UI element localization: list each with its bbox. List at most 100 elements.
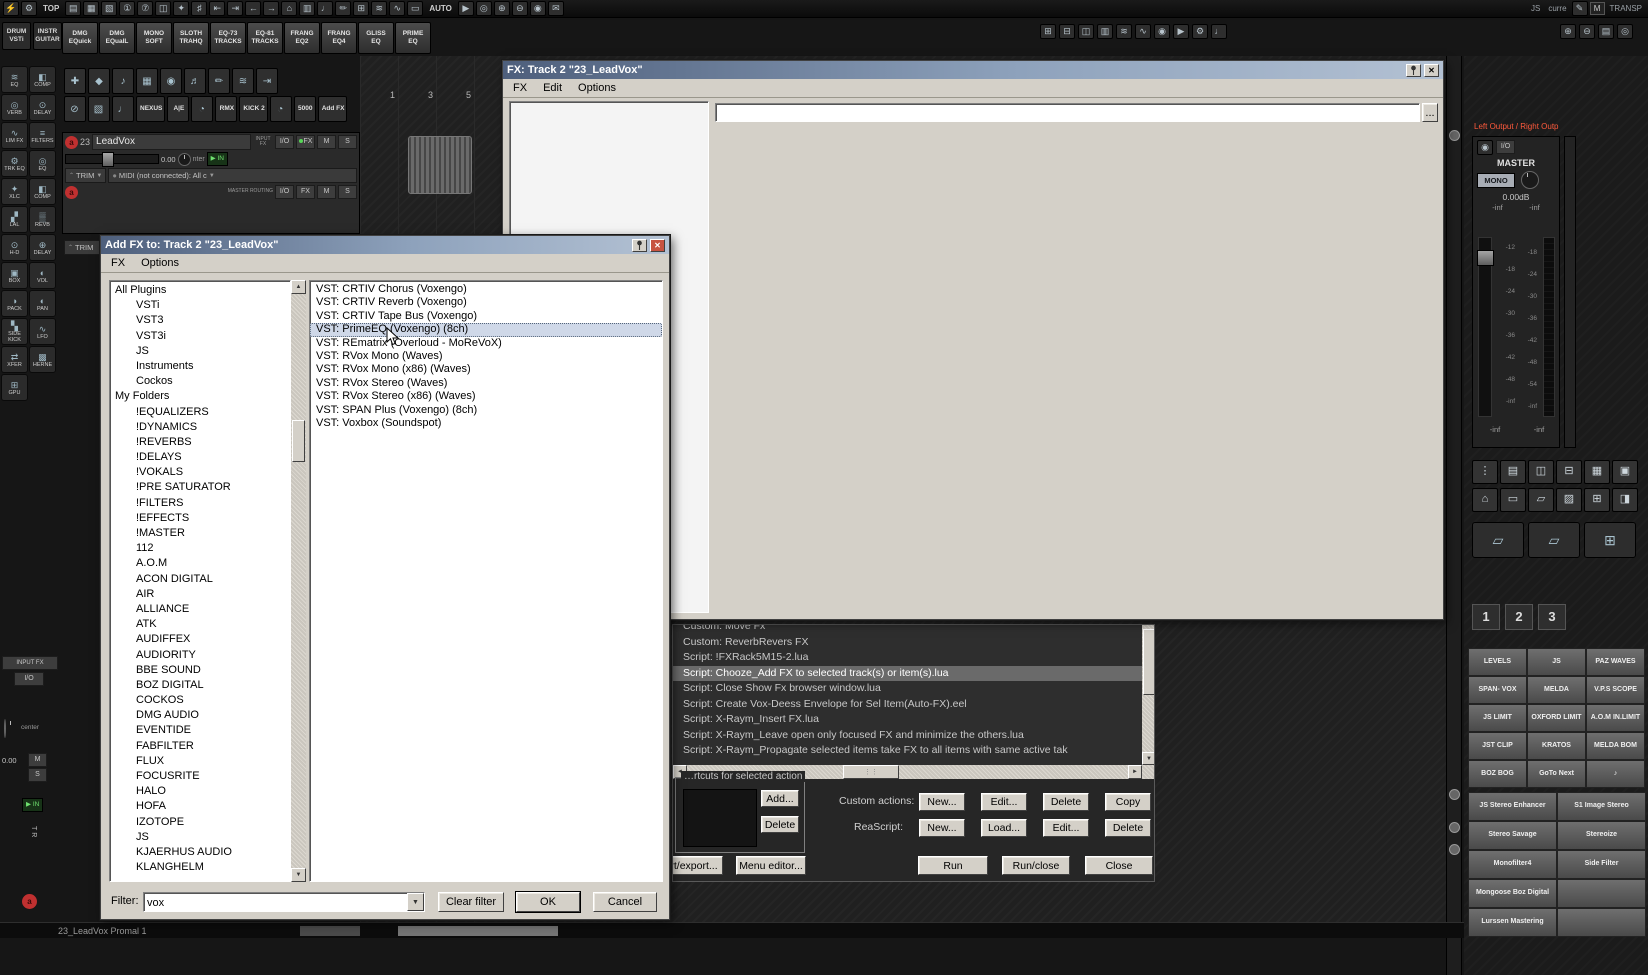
fx-shortcut-button[interactable]: ∿ LFO bbox=[29, 318, 56, 345]
plugin-list-item[interactable]: VST: RVox Stereo (Waves) bbox=[310, 377, 662, 390]
pan-knob[interactable] bbox=[177, 152, 191, 166]
action-list-item[interactable]: Script: !FXRack5M15-2.lua bbox=[673, 650, 1142, 666]
record-arm-badge[interactable]: a bbox=[65, 135, 78, 149]
add-fx-icon[interactable]: ⊞ bbox=[1040, 24, 1056, 39]
instr-guitar-badge[interactable]: INSTR GUITAR bbox=[33, 22, 62, 50]
tree-item[interactable]: !VOKALS bbox=[110, 465, 290, 480]
bypass-icon[interactable]: ⊘ bbox=[64, 96, 86, 122]
settings-icon[interactable]: ⚙ bbox=[1192, 24, 1208, 39]
envelope-icon[interactable]: ≋ bbox=[371, 1, 388, 16]
zoom-out-icon[interactable]: ⊖ bbox=[1579, 24, 1595, 39]
clock-icon[interactable]: ◔ bbox=[191, 96, 214, 122]
remove-fx-icon[interactable]: ⊟ bbox=[1059, 24, 1075, 39]
eq-preset-button[interactable]: FRANG EQ4 bbox=[321, 22, 357, 54]
plugin-slot-button-wide[interactable]: Stereo Savage bbox=[1468, 821, 1557, 850]
tree-item[interactable]: !PRE SATURATOR bbox=[110, 480, 290, 495]
clock2-icon[interactable]: ◔ bbox=[269, 96, 292, 122]
tree-item[interactable]: FABFILTER bbox=[110, 739, 290, 754]
pencil-icon[interactable]: ✏ bbox=[335, 1, 352, 16]
waveform-icon[interactable]: ∿ bbox=[389, 1, 406, 16]
action-list-item[interactable]: Script: X-Raym_Propagate selected items … bbox=[673, 743, 1142, 759]
filter-dropdown-icon[interactable]: ▼ bbox=[407, 893, 424, 911]
plugin-slot-button[interactable]: V.P.S SCOPE bbox=[1586, 676, 1645, 704]
plugin-slot-button[interactable]: ♪ bbox=[1586, 760, 1645, 788]
tree-item[interactable]: !REVERBS bbox=[110, 435, 290, 450]
filter-input[interactable] bbox=[145, 894, 409, 912]
close-icon[interactable]: ✕ bbox=[650, 238, 665, 252]
play-icon[interactable]: ▶ bbox=[457, 1, 474, 16]
action-list-item[interactable]: Script: X-Raym_Insert FX.lua bbox=[673, 712, 1142, 728]
fx-shortcut-button[interactable]: ≋ EQ bbox=[1, 66, 28, 93]
layout-7-icon[interactable]: ⑦ bbox=[137, 1, 154, 16]
tree-item[interactable]: AIR bbox=[110, 587, 290, 602]
bank-number-button[interactable]: 3 bbox=[1538, 604, 1566, 630]
action-list-item[interactable]: Script: Close Show Fx browser window.lua bbox=[673, 681, 1142, 697]
eq-preset-button[interactable]: DMG EQualL bbox=[99, 22, 135, 54]
end-tool-icon[interactable]: ⇥ bbox=[256, 68, 278, 94]
eq-preset-button[interactable]: GLISS EQ bbox=[358, 22, 394, 54]
fx-chain-icon[interactable]: ▤ bbox=[1500, 460, 1526, 484]
add-icon[interactable]: ⊞ bbox=[1584, 488, 1610, 512]
shortcut-add-button[interactable]: Add... bbox=[761, 790, 799, 807]
plugin-slot-button[interactable]: KRATOS bbox=[1527, 732, 1586, 760]
nexus-button[interactable]: NEXUS bbox=[136, 96, 166, 122]
sends-icon[interactable]: ▦ bbox=[1584, 460, 1610, 484]
plugin-list-item[interactable]: VST: Voxbox (Soundspot) bbox=[310, 417, 662, 430]
record-mode-icon[interactable]: ◉ bbox=[1154, 24, 1170, 39]
routing-icon[interactable]: ⋮ bbox=[1472, 460, 1498, 484]
add-tool-icon[interactable]: ✚ bbox=[64, 68, 86, 94]
action-list-item[interactable]: Script: Chooze_Add FX to selected track(… bbox=[673, 665, 1142, 681]
play-mode-icon[interactable]: ▶ bbox=[1173, 24, 1189, 39]
tree-item[interactable]: Cockos bbox=[110, 374, 290, 389]
scroll-zoom-knob-3[interactable] bbox=[1449, 822, 1460, 833]
solo-button-2[interactable]: S bbox=[338, 185, 357, 199]
action-list-item[interactable]: Custom: Move Fx bbox=[673, 625, 1142, 635]
run-button[interactable]: Run bbox=[918, 856, 988, 875]
gear-icon[interactable]: ⚙ bbox=[21, 1, 37, 16]
tree-item[interactable]: ALLIANCE bbox=[110, 602, 290, 617]
tree-item[interactable]: IZOTOPE bbox=[110, 815, 290, 830]
import-export-button[interactable]: rt/export... bbox=[673, 856, 723, 875]
scroll-down-icon[interactable]: ▼ bbox=[1142, 752, 1154, 765]
scroll-zoom-knob-2[interactable] bbox=[1449, 789, 1460, 800]
plugin-list[interactable]: VST: CRTIV Chorus (Voxengo) VST: CRTIV Re… bbox=[309, 280, 663, 882]
add-track-icon[interactable]: ⊞ bbox=[353, 1, 370, 16]
plugin-list-item[interactable]: VST: CRTIV Tape Bus (Voxengo) bbox=[310, 310, 662, 323]
fx-shortcut-button[interactable]: ◎ EQ bbox=[29, 150, 56, 177]
fx-shortcut-button[interactable]: ◑ PACK bbox=[1, 290, 28, 317]
pencil-edit-icon[interactable]: ✎ bbox=[1571, 1, 1588, 16]
fx-shortcut-button[interactable]: ⚙ TRK EQ bbox=[1, 150, 28, 177]
timeline-ruler[interactable]: 1 3 5 bbox=[390, 90, 504, 100]
5000-button[interactable]: 5000 bbox=[293, 96, 316, 122]
fx-button-2[interactable]: FX bbox=[296, 185, 315, 199]
shortcut-listbox[interactable] bbox=[683, 789, 757, 847]
minimize-icon[interactable]: ⊟ bbox=[1556, 460, 1582, 484]
menu-editor-button[interactable]: Menu editor... bbox=[736, 856, 806, 875]
fx-shortcut-button[interactable]: ▩ HERNE bbox=[29, 346, 56, 373]
input-fx-label[interactable]: INPUT FX bbox=[2, 656, 58, 670]
menu-item[interactable]: Options bbox=[570, 81, 624, 95]
tree-item[interactable]: BBE SOUND bbox=[110, 663, 290, 678]
fx-shortcut-button[interactable]: ▚ SIDE KICK bbox=[1, 318, 28, 345]
add-fx-button[interactable]: Add FX bbox=[317, 96, 348, 122]
plugin-slot-button-wide[interactable]: JS Stereo Enhancer bbox=[1468, 792, 1557, 821]
bank-number-button[interactable]: 2 bbox=[1505, 604, 1533, 630]
auto-label[interactable]: AUTO bbox=[425, 1, 456, 16]
tree-scroll-thumb[interactable] bbox=[292, 420, 305, 462]
eq-preset-button[interactable]: DMG EQuick bbox=[62, 22, 98, 54]
plugin-slot-button[interactable]: SPAN- VOX bbox=[1468, 676, 1527, 704]
fx-shortcut-button[interactable]: ✦ XLC bbox=[1, 178, 28, 205]
master-fader-track[interactable] bbox=[1477, 237, 1494, 417]
scroll-down-icon[interactable]: ▼ bbox=[291, 868, 306, 882]
kick2-button[interactable]: KICK 2 bbox=[239, 96, 268, 122]
folder-icon[interactable]: ▱ bbox=[1528, 488, 1554, 512]
master-io-button[interactable]: I/O bbox=[1496, 140, 1515, 154]
scroll-right-icon[interactable]: ► bbox=[1128, 765, 1142, 779]
plugin-slot-button-wide[interactable]: Mongoose Boz Digital bbox=[1468, 879, 1557, 908]
action-list[interactable]: Custom: Move Fx Custom: ReverbRevers FX Sc… bbox=[673, 625, 1142, 765]
metronome-icon[interactable]: ♩ bbox=[1211, 24, 1227, 39]
tree-item[interactable]: All Plugins bbox=[110, 283, 290, 298]
filter-combo[interactable]: ▼ bbox=[143, 892, 425, 912]
record-arm-badge[interactable]: a bbox=[22, 894, 37, 909]
tree-item[interactable]: !DELAYS bbox=[110, 450, 290, 465]
